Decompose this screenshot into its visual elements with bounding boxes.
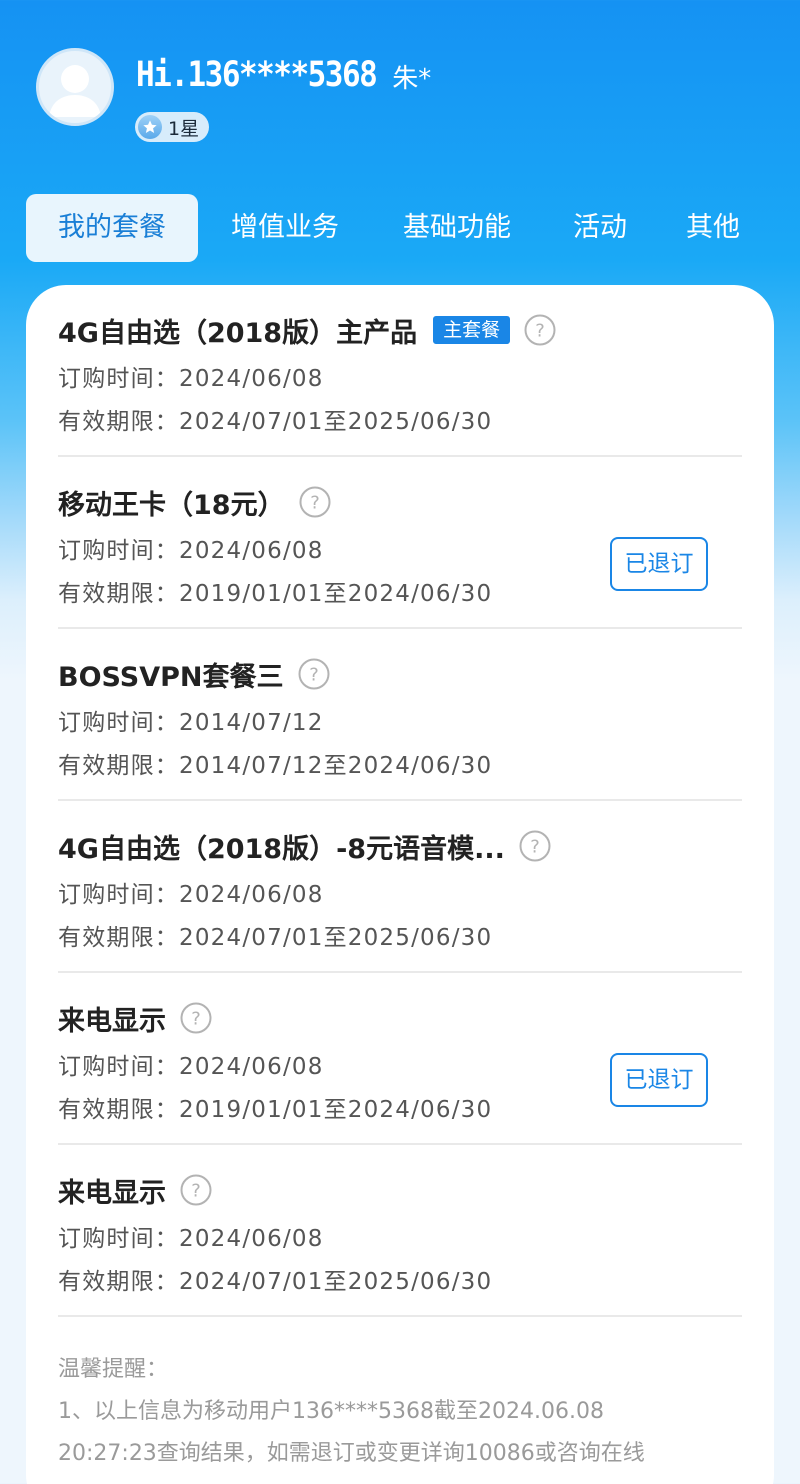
star-level-label: 1星 xyxy=(168,117,200,140)
validity-period: 有效期限：2024/07/01至2025/06/30 xyxy=(58,409,493,435)
help-question-icon[interactable]: ? xyxy=(298,658,330,690)
unsubscribed-button[interactable]: 已退订 xyxy=(610,537,708,591)
tab-activities[interactable]: 活动 xyxy=(556,194,644,262)
unsubscribed-button[interactable]: 已退订 xyxy=(610,1053,708,1107)
validity-period: 有效期限：2019/01/01至2024/06/30 xyxy=(58,1097,493,1123)
user-greeting: Hi.136****5368 朱* xyxy=(136,54,432,100)
package-title-row: 4G自由选（2018版）-8元语音模... ? xyxy=(58,823,551,869)
order-time: 订购时间：2024/06/08 xyxy=(58,538,324,564)
package-title: 来电显示 xyxy=(58,1177,166,1209)
package-title-row: 4G自由选（2018版）主产品 主套餐 ? xyxy=(58,307,556,353)
tab-basic-functions[interactable]: 基础功能 xyxy=(384,194,530,262)
validity-period: 有效期限：2014/07/12至2024/06/30 xyxy=(58,753,493,779)
help-question-icon[interactable]: ? xyxy=(299,486,331,518)
package-title: BOSSVPN套餐三 xyxy=(58,661,284,693)
tab-value-added[interactable]: 增值业务 xyxy=(212,194,358,262)
tips-title: 温馨提醒： xyxy=(58,1357,169,1382)
help-question-icon[interactable]: ? xyxy=(180,1002,212,1034)
package-item: BOSSVPN套餐三 ? 订购时间：2014/07/12 有效期限：2014/0… xyxy=(58,629,742,801)
order-time: 订购时间：2024/06/08 xyxy=(58,366,324,392)
star-icon xyxy=(138,115,162,139)
star-level-badge[interactable]: 1星 xyxy=(135,112,209,142)
package-item: 4G自由选（2018版）-8元语音模... ? 订购时间：2024/06/08 … xyxy=(58,801,742,973)
help-question-icon[interactable]: ? xyxy=(519,830,551,862)
main-plan-tag: 主套餐 xyxy=(433,316,511,344)
package-title: 4G自由选（2018版）主产品 xyxy=(58,317,418,349)
package-title-row: 来电显示 ? xyxy=(58,1167,212,1213)
package-title-row: BOSSVPN套餐三 ? xyxy=(58,651,330,697)
svg-text:?: ? xyxy=(191,1181,201,1202)
user-name: 朱* xyxy=(392,64,432,94)
package-item: 移动王卡（18元） ? 订购时间：2024/06/08 有效期限：2019/01… xyxy=(58,457,742,629)
user-header: Hi.136****5368 朱* 1星 xyxy=(0,0,800,180)
order-time: 订购时间：2024/06/08 xyxy=(58,1226,324,1252)
tips-line: 1、以上信息为移动用户136****5368截至2024.06.08 xyxy=(58,1399,604,1424)
tips-section: 温馨提醒： 1、以上信息为移动用户136****5368截至2024.06.08… xyxy=(58,1349,758,1475)
svg-text:?: ? xyxy=(309,665,319,686)
package-title: 来电显示 xyxy=(58,1005,166,1037)
package-item: 来电显示 ? 订购时间：2024/06/08 有效期限：2024/07/01至2… xyxy=(58,1145,742,1317)
order-time: 订购时间：2024/06/08 xyxy=(58,1054,324,1080)
package-title-row: 移动王卡（18元） ? xyxy=(58,479,331,525)
avatar-placeholder-icon xyxy=(49,65,101,117)
package-item: 4G自由选（2018版）主产品 主套餐 ? 订购时间：2024/06/08 有效… xyxy=(58,285,742,457)
tab-my-plan[interactable]: 我的套餐 xyxy=(26,194,198,262)
help-question-icon[interactable]: ? xyxy=(180,1174,212,1206)
divider xyxy=(58,1315,742,1317)
tab-others[interactable]: 其他 xyxy=(668,194,758,262)
validity-period: 有效期限：2024/07/01至2025/06/30 xyxy=(58,925,493,951)
svg-text:?: ? xyxy=(530,837,540,858)
package-title: 移动王卡（18元） xyxy=(58,489,285,521)
package-list-card: 4G自由选（2018版）主产品 主套餐 ? 订购时间：2024/06/08 有效… xyxy=(26,285,774,1484)
package-title-row: 来电显示 ? xyxy=(58,995,212,1041)
validity-period: 有效期限：2024/07/01至2025/06/30 xyxy=(58,1269,493,1295)
package-title: 4G自由选（2018版）-8元语音模... xyxy=(58,833,505,865)
svg-text:?: ? xyxy=(535,321,545,342)
user-phone: Hi.136****5368 xyxy=(136,54,378,95)
order-time: 订购时间：2024/06/08 xyxy=(58,882,324,908)
avatar[interactable] xyxy=(36,48,114,126)
svg-text:?: ? xyxy=(191,1009,201,1030)
order-time: 订购时间：2014/07/12 xyxy=(58,710,324,736)
tips-line: 20:27:23查询结果，如需退订或变更详询10086或咨询在线 xyxy=(58,1441,645,1466)
help-question-icon[interactable]: ? xyxy=(524,314,556,346)
package-item: 来电显示 ? 订购时间：2024/06/08 有效期限：2019/01/01至2… xyxy=(58,973,742,1145)
validity-period: 有效期限：2019/01/01至2024/06/30 xyxy=(58,581,493,607)
svg-text:?: ? xyxy=(310,493,320,514)
category-tabs: 我的套餐 增值业务 基础功能 活动 其他 xyxy=(0,194,800,264)
